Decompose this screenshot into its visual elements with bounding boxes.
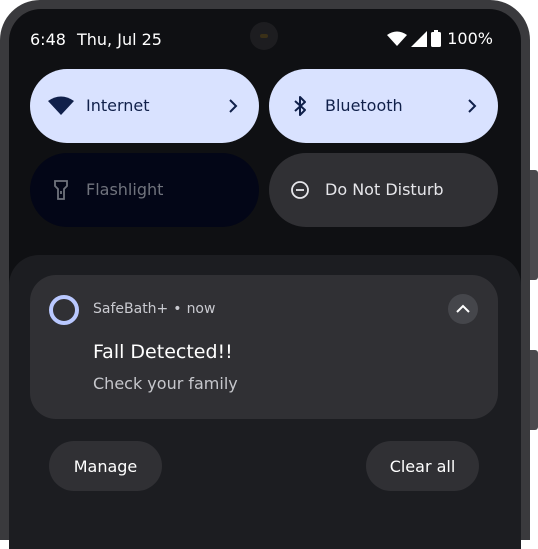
wifi-icon (387, 31, 408, 47)
tile-flashlight[interactable]: Flashlight (30, 153, 259, 227)
notification-card[interactable]: SafeBath+ • now Fall Detected!! Check yo… (30, 275, 498, 419)
tile-do-not-disturb[interactable]: Do Not Disturb (269, 153, 498, 227)
power-button (530, 170, 538, 280)
cellular-signal-icon (411, 30, 428, 47)
status-date: Thu, Jul 25 (77, 30, 162, 49)
tile-bluetooth[interactable]: Bluetooth (269, 69, 498, 143)
header-separator: • (173, 301, 182, 317)
status-icons: 100% (387, 29, 493, 48)
tile-internet-label: Internet (86, 96, 150, 115)
do-not-disturb-icon (287, 178, 313, 202)
tile-do-not-disturb-label: Do Not Disturb (325, 180, 444, 199)
battery-percentage: 100% (447, 29, 493, 48)
bluetooth-icon (287, 94, 313, 118)
battery-icon (431, 30, 442, 47)
collapse-button[interactable] (448, 294, 478, 324)
notification-text: Check your family (93, 374, 238, 393)
flashlight-icon (48, 178, 74, 202)
tile-internet[interactable]: Internet (30, 69, 259, 143)
manage-button[interactable]: Manage (49, 441, 162, 491)
status-time: 6:48 (30, 30, 66, 49)
status-bar: 6:48 Thu, Jul 25 100% (9, 9, 521, 69)
volume-button (530, 350, 538, 430)
app-icon (49, 295, 79, 325)
front-camera (250, 22, 278, 50)
clear-all-button[interactable]: Clear all (366, 441, 479, 491)
tile-bluetooth-label: Bluetooth (325, 96, 403, 115)
chevron-right-icon (466, 96, 478, 116)
notification-shade-screen: 6:48 Thu, Jul 25 100% Internet Bluetooth… (9, 9, 521, 549)
app-name: SafeBath+ (93, 301, 169, 317)
notification-time: now (186, 301, 216, 317)
wifi-icon (48, 94, 74, 118)
phone-screen: 6:48 Thu, Jul 25 100% Internet Bluetooth… (0, 0, 538, 549)
chevron-up-icon (456, 304, 470, 313)
tile-flashlight-label: Flashlight (86, 180, 164, 199)
notification-title: Fall Detected!! (93, 341, 233, 363)
chevron-right-icon (227, 96, 239, 116)
notification-header: SafeBath+ • now (93, 301, 215, 317)
